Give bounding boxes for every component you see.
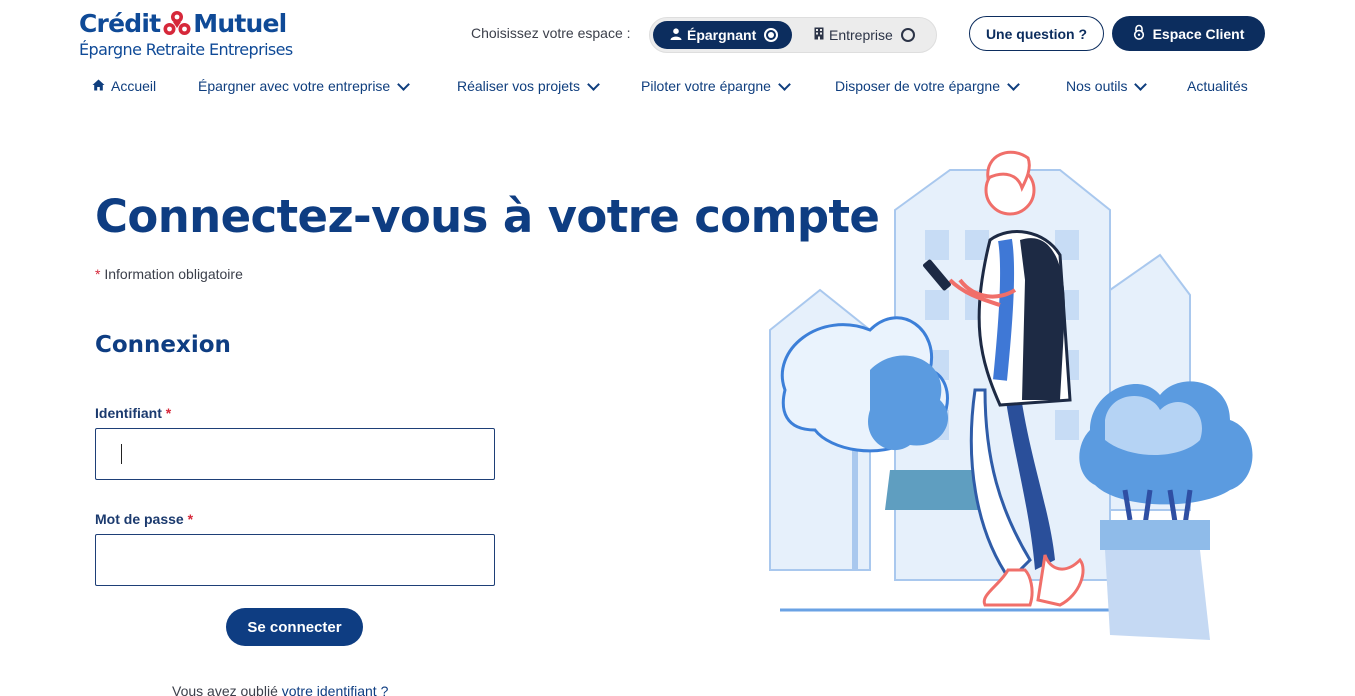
required-star: *: [95, 266, 101, 282]
password-label: Mot de passe *: [95, 511, 193, 527]
question-button[interactable]: Une question ?: [969, 16, 1104, 51]
chevron-down-icon: [1134, 77, 1148, 91]
radio-unselected-icon: [900, 28, 915, 42]
credit-mutuel-logo-icon: [162, 10, 192, 38]
nav-item-label: Accueil: [111, 78, 157, 94]
espace-client-button[interactable]: Espace Client: [1112, 16, 1265, 51]
nav-item-projets[interactable]: Réaliser vos projets: [457, 77, 600, 94]
brand-subtitle: Épargne Retraite Entreprises: [79, 40, 293, 59]
forgot-prefix: Vous avez oublié: [172, 683, 278, 696]
space-option-label: Épargnant: [687, 27, 757, 43]
home-icon: [92, 78, 105, 94]
identifiant-input[interactable]: [95, 428, 495, 480]
space-option-epargnant[interactable]: Épargnant: [653, 21, 792, 49]
forgot-identifier-link[interactable]: votre identifiant ?: [282, 683, 389, 696]
nav-item-label: Épargner avec votre entreprise: [198, 78, 391, 94]
required-star: *: [187, 511, 194, 527]
required-note: * Information obligatoire: [95, 266, 243, 282]
nav-item-label: Nos outils: [1066, 78, 1128, 94]
nav-item-label: Piloter votre épargne: [641, 78, 771, 94]
espace-client-label: Espace Client: [1152, 25, 1245, 42]
building-icon: [814, 27, 824, 43]
brand-word-right: Mutuel: [193, 9, 287, 38]
required-note-text: Information obligatoire: [104, 266, 243, 282]
password-input[interactable]: [95, 534, 495, 586]
space-option-label: Entreprise: [829, 27, 893, 43]
password-label-text: Mot de passe: [95, 511, 184, 527]
nav-item-actualites[interactable]: Actualités: [1187, 78, 1248, 94]
brand-word-left: Crédit: [79, 9, 161, 38]
chevron-down-icon: [1007, 77, 1020, 91]
section-title: Connexion: [95, 332, 231, 358]
nav-item-accueil[interactable]: Accueil: [92, 78, 156, 94]
chevron-down-icon: [587, 77, 600, 91]
nav-item-epargner[interactable]: Épargner avec votre entreprise: [198, 77, 411, 94]
nav-item-disposer[interactable]: Disposer de votre épargne: [835, 77, 1020, 94]
nav-item-label: Réaliser vos projets: [457, 78, 580, 94]
forgot-identifier: Vous avez oublié votre identifiant ?: [172, 683, 388, 696]
identifiant-label: Identifiant *: [95, 405, 171, 421]
nav-item-piloter[interactable]: Piloter votre épargne: [641, 77, 791, 94]
chevron-down-icon: [778, 77, 791, 91]
nav-item-label: Disposer de votre épargne: [835, 78, 1000, 94]
login-button[interactable]: Se connecter: [226, 608, 363, 646]
text-cursor: [121, 444, 122, 464]
radio-selected-icon: [764, 28, 779, 42]
identifiant-label-text: Identifiant: [95, 405, 162, 421]
space-option-entreprise[interactable]: Entreprise: [812, 21, 934, 49]
person-icon: [670, 27, 682, 43]
main-nav: Accueil Épargner avec votre entreprise R…: [0, 77, 1355, 98]
space-switch: Épargnant Entreprise: [649, 17, 937, 53]
nav-item-label: Actualités: [1187, 78, 1248, 94]
nav-item-outils[interactable]: Nos outils: [1066, 77, 1148, 94]
chevron-down-icon: [397, 77, 411, 91]
space-chooser-label: Choisissez votre espace :: [471, 25, 631, 41]
login-illustration: [760, 130, 1280, 650]
brand-logo[interactable]: Crédit Mutuel Épargne Retraite Entrepris…: [79, 8, 293, 60]
lock-icon: [1133, 24, 1145, 43]
required-star: *: [165, 405, 172, 421]
